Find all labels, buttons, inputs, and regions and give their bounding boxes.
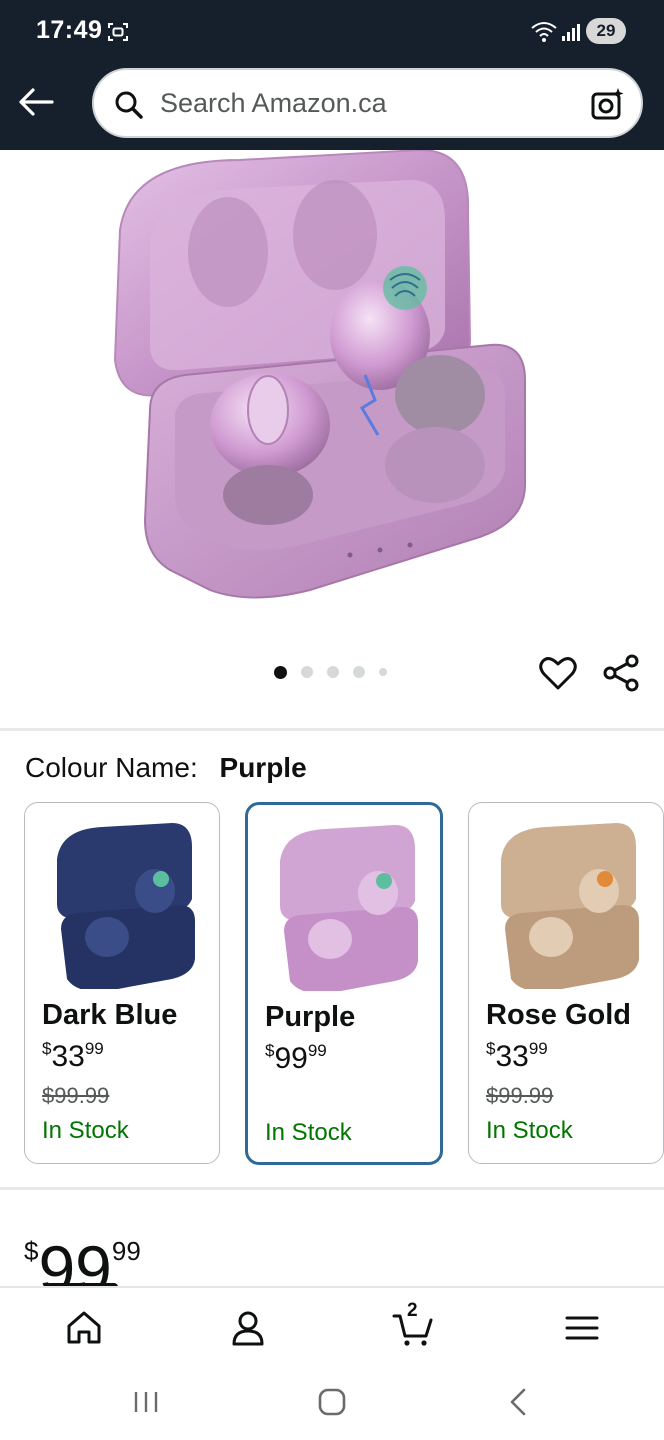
image-pagination <box>274 665 387 679</box>
price-cents: 99 <box>111 1236 141 1266</box>
pagination-dot[interactable] <box>327 666 339 678</box>
colour-name-row: Colour Name: Purple <box>25 752 307 784</box>
swatch-stock: In Stock <box>265 1119 352 1146</box>
swatch-purple[interactable]: Purple $9999 In Stock <box>245 802 443 1165</box>
swatch-name: Purple <box>265 1001 356 1033</box>
swatch-price: $9999 <box>265 1041 327 1076</box>
bottom-nav: 2 <box>0 1286 664 1366</box>
screenshot-icon <box>108 23 128 41</box>
swatch-dark-blue[interactable]: Dark Blue $3399 $99.99 In Stock <box>24 802 220 1164</box>
account-icon[interactable] <box>226 1306 270 1350</box>
price-whole: 33 <box>495 1040 529 1073</box>
status-bar: 17:49 29 <box>0 0 664 64</box>
menu-icon[interactable] <box>560 1306 604 1350</box>
price-cents: 99 <box>307 1041 327 1060</box>
swatch-rose-gold[interactable]: Rose Gold $3399 $99.99 In Stock <box>468 802 664 1164</box>
swatch-thumbnail <box>501 823 639 989</box>
product-image[interactable] <box>0 150 664 650</box>
price-whole: 33 <box>51 1040 85 1073</box>
top-bar: 17:49 29 Search Amazon.ca <box>0 0 664 150</box>
pagination-dot[interactable] <box>379 668 387 676</box>
home-system-icon[interactable] <box>314 1384 350 1420</box>
search-bar[interactable]: Search Amazon.ca <box>92 68 643 138</box>
section-divider <box>0 728 664 731</box>
back-button[interactable] <box>14 80 58 124</box>
recent-apps-icon[interactable] <box>128 1384 164 1420</box>
search-icon <box>115 91 143 119</box>
swatch-name: Rose Gold <box>486 999 632 1031</box>
back-arrow-icon <box>19 88 54 116</box>
share-icon[interactable] <box>602 653 642 693</box>
swatch-stock: In Stock <box>42 1117 129 1144</box>
colour-value: Purple <box>219 752 307 783</box>
pagination-dot[interactable] <box>301 666 313 678</box>
swatch-name: Dark Blue <box>42 999 178 1031</box>
section-divider <box>0 1187 664 1190</box>
currency-symbol: $ <box>24 1236 39 1266</box>
price-cents: 99 <box>528 1039 548 1058</box>
swatch-stock: In Stock <box>486 1117 573 1144</box>
swatch-thumbnail <box>280 825 418 991</box>
earbuds-image <box>113 150 526 599</box>
price-whole: 99 <box>274 1042 308 1075</box>
swatch-price: $3399 <box>42 1039 104 1074</box>
status-time: 17:49 <box>36 16 103 44</box>
pagination-dot[interactable] <box>274 665 287 679</box>
wifi-icon <box>531 22 557 42</box>
home-icon[interactable] <box>62 1306 106 1350</box>
pagination-dot[interactable] <box>353 666 365 678</box>
colour-label: Colour Name: <box>25 752 198 783</box>
cart-count: 2 <box>407 1300 418 1321</box>
price-cents: 99 <box>84 1039 104 1058</box>
swatch-list-price: $99.99 <box>42 1083 110 1108</box>
swatch-list-price: $99.99 <box>486 1083 554 1108</box>
camera-search-icon[interactable] <box>590 86 626 122</box>
heart-icon[interactable] <box>538 653 578 693</box>
back-system-icon[interactable] <box>500 1384 536 1420</box>
swatch-price: $3399 <box>486 1039 548 1074</box>
search-placeholder: Search Amazon.ca <box>160 88 387 118</box>
system-nav-bar <box>0 1366 664 1440</box>
cart-button[interactable]: 2 <box>392 1300 436 1350</box>
swatch-thumbnail <box>57 823 195 989</box>
signal-icon <box>562 24 580 41</box>
battery-indicator: 29 <box>586 18 626 44</box>
